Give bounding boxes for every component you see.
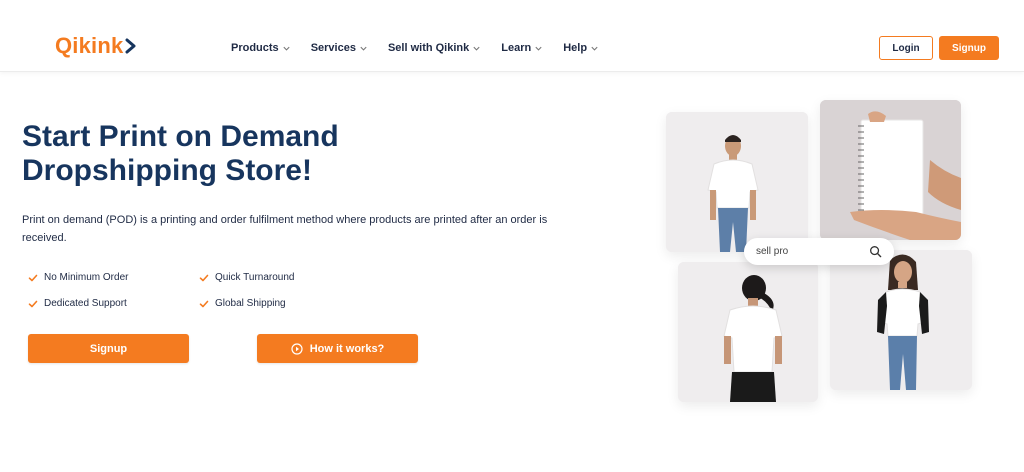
how-it-works-label: How it works? — [309, 342, 385, 355]
hero-signup-button[interactable]: Signup — [28, 334, 189, 363]
feature-label: Quick Turnaround — [215, 272, 295, 283]
check-icon — [28, 274, 38, 281]
chevron-down-icon — [591, 46, 598, 51]
check-icon — [28, 300, 38, 307]
woman-raglan-illustration — [830, 250, 972, 390]
nav-item-help[interactable]: Help — [563, 40, 599, 56]
play-circle-icon — [291, 342, 303, 355]
chevron-down-icon — [360, 46, 367, 51]
hero-title-line1: Start Print on Demand — [22, 120, 339, 153]
logo-chevron-icon — [125, 38, 136, 54]
feature-label: Dedicated Support — [44, 298, 127, 309]
site-header: Qikink Products Services Sell with Qikin… — [0, 0, 1024, 72]
hero-title-line2: Dropshipping Store! — [22, 154, 312, 187]
main-nav: Products Services Sell with Qikink Learn… — [231, 40, 619, 56]
woman-back-illustration — [678, 262, 818, 402]
feature-global-shipping: Global Shipping — [199, 298, 286, 309]
product-photo-notebook — [820, 100, 961, 240]
product-photo-woman-back — [678, 262, 818, 402]
login-button[interactable]: Login — [879, 36, 933, 60]
notebook-illustration — [820, 100, 961, 240]
logo-text: Qikink — [55, 33, 124, 58]
feature-label: Global Shipping — [215, 298, 286, 309]
hero-signup-label: Signup — [89, 342, 128, 355]
product-photo-woman-raglan — [830, 250, 972, 390]
nav-item-label: Services — [310, 42, 356, 54]
check-icon — [199, 300, 209, 307]
search-pill[interactable]: sell pro — [744, 238, 894, 265]
how-it-works-button[interactable]: How it works? — [257, 334, 418, 363]
nav-item-label: Help — [563, 42, 588, 54]
nav-item-label: Products — [231, 42, 279, 54]
nav-item-label: Learn — [501, 42, 532, 54]
nav-item-sell-with-qikink[interactable]: Sell with Qikink — [388, 40, 481, 56]
nav-item-services[interactable]: Services — [311, 40, 368, 56]
nav-item-learn[interactable]: Learn — [501, 40, 543, 56]
feature-dedicated-support: Dedicated Support — [28, 298, 127, 309]
man-tshirt-illustration — [666, 112, 808, 252]
chevron-down-icon — [473, 46, 480, 51]
search-icon — [870, 246, 882, 258]
hero-description: Print on demand (POD) is a printing and … — [22, 214, 548, 244]
feature-quick-turnaround: Quick Turnaround — [199, 272, 295, 283]
nav-item-label: Sell with Qikink — [387, 42, 470, 54]
chevron-down-icon — [535, 46, 542, 51]
qikink-logo[interactable]: Qikink — [55, 34, 137, 58]
search-text: sell pro — [756, 246, 789, 257]
feature-no-minimum-order: No Minimum Order — [28, 272, 128, 283]
header-signup-button[interactable]: Signup — [939, 36, 999, 60]
nav-item-products[interactable]: Products — [231, 40, 291, 56]
hero-title: Start Print on Demand Dropshipping Store… — [22, 120, 442, 188]
chevron-down-icon — [283, 46, 290, 51]
feature-label: No Minimum Order — [44, 272, 129, 283]
check-icon — [199, 274, 209, 281]
product-photo-man-tshirt — [666, 112, 808, 252]
